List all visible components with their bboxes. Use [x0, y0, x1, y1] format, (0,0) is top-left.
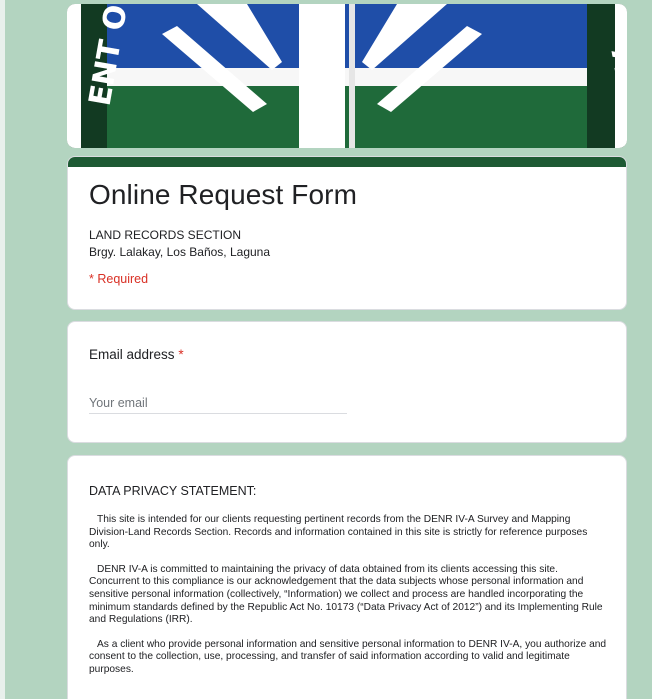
privacy-statement-card: DATA PRIVACY STATEMENT: This site is int… — [67, 455, 627, 699]
accent-bar — [68, 157, 626, 167]
header-banner: ENT O AL RE — [67, 4, 627, 148]
left-edge-strip — [0, 0, 5, 699]
privacy-paragraph: This site is intended for our clients re… — [89, 514, 588, 551]
privacy-paragraph: As a client who provide personal informa… — [89, 638, 607, 675]
form-title: Online Request Form — [89, 179, 358, 210]
privacy-paragraph: DENR IV-A is committed to maintaining th… — [89, 563, 603, 626]
form-title-card: Online Request Form LAND RECORDS SECTION… — [67, 156, 627, 310]
required-note: * Required — [89, 272, 149, 286]
privacy-body: This site is intended for our clients re… — [89, 514, 609, 689]
email-input[interactable] — [89, 392, 347, 414]
form-description: LAND RECORDS SECTION Brgy. Lalakay, Los … — [89, 227, 270, 261]
email-label-text: Email address — [89, 347, 175, 362]
form-description-line: LAND RECORDS SECTION — [89, 228, 242, 242]
email-label: Email address * — [89, 347, 184, 362]
denr-seal-image: ENT O AL RE — [67, 4, 627, 148]
required-asterisk: * — [178, 347, 184, 362]
form-description-line: Brgy. Lalakay, Los Baños, Laguna — [89, 245, 271, 259]
form-page: ENT O AL RE Online Request Form LAND REC… — [0, 0, 652, 699]
privacy-heading: DATA PRIVACY STATEMENT: — [89, 484, 257, 498]
email-question-card: Email address * — [67, 321, 627, 443]
